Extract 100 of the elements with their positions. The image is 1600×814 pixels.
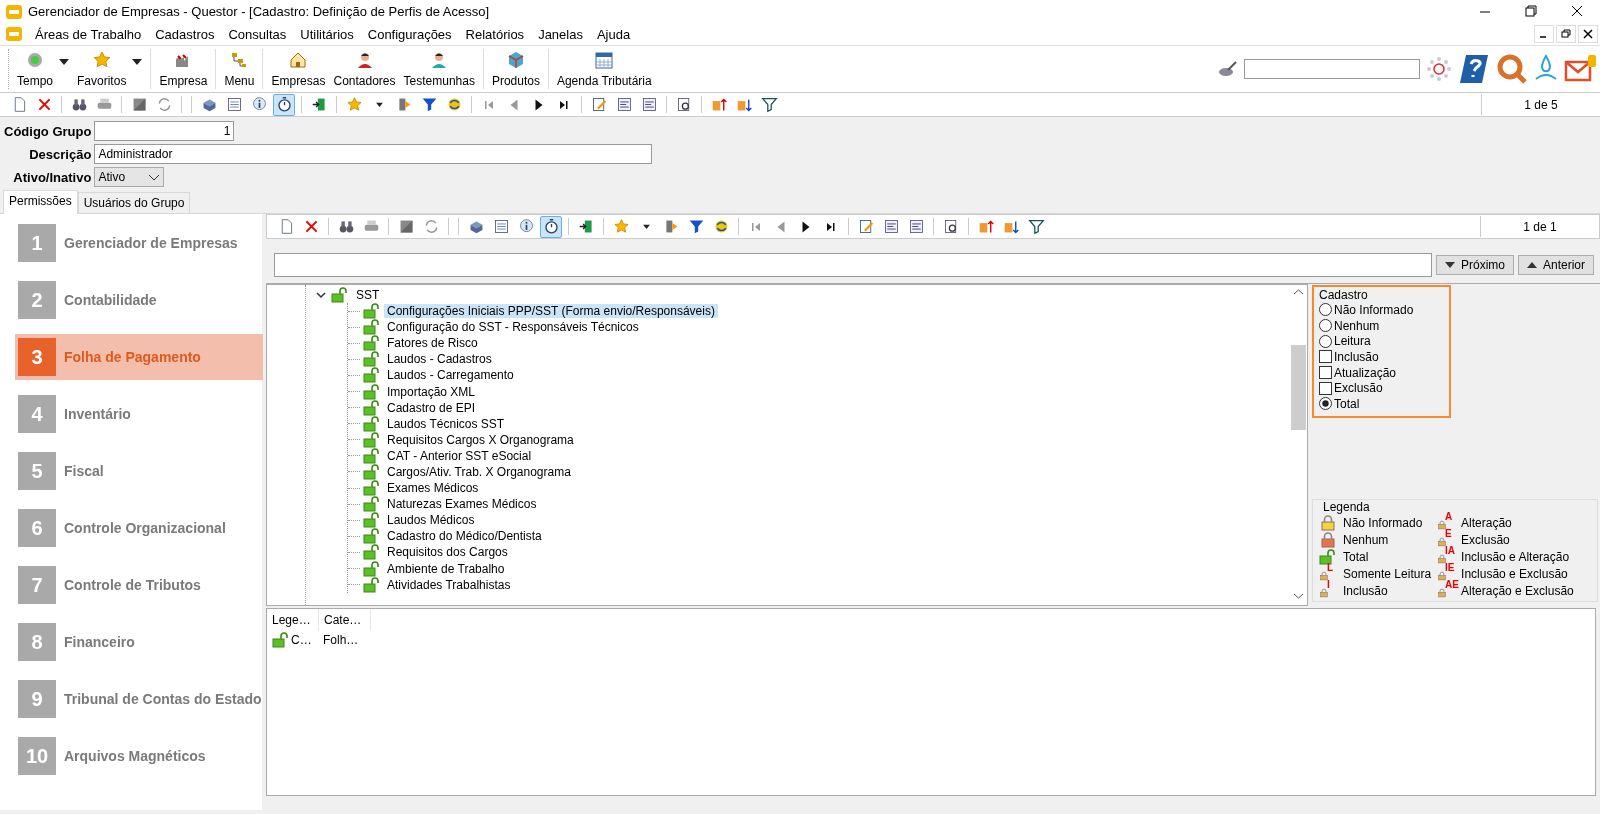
next-button[interactable]: Próximo [1435,255,1514,275]
open-padlock-icon [1319,548,1337,565]
close-button[interactable] [1578,25,1598,43]
module-item[interactable]: 2 Contabilidade [15,277,263,323]
open-padlock-icon [363,415,381,432]
toolbar-button[interactable]: Produtos [487,48,544,90]
open-padlock-icon [363,351,381,368]
menu-item[interactable]: Áreas de Trabalho [28,26,149,42]
column-header[interactable]: Lege… [267,609,319,631]
module-item[interactable]: 1 Gerenciador de Empresas [15,220,263,266]
option-label: Não Informado [1334,302,1414,317]
tree-node[interactable]: Laudos - Carregamento [384,368,517,383]
menu-item[interactable]: Consultas [221,26,294,42]
toolbar-button[interactable]: Contadores [329,48,400,90]
tree-node[interactable]: Configuração do SST - Responsáveis Técnicos [384,320,642,335]
exit-door-icon [577,218,595,235]
tab[interactable]: Usuários do Grupo [77,192,191,213]
module-item[interactable]: 9 Tribunal de Contas do Estado [15,676,263,722]
tree-node[interactable]: Atividades Trabalhistas [384,577,514,592]
tree-node[interactable]: Cadastro do Médico/Dentista [384,529,545,544]
tree-node[interactable]: Naturezas Exames Médicos [384,497,540,512]
toolbar-button[interactable]: Favoritos [73,48,147,90]
description-field[interactable]: Administrador [94,144,653,164]
tree-node[interactable]: CAT - Anterior SST eSocial [384,448,535,463]
search-field[interactable] [1244,59,1420,79]
module-label: Fiscal [64,463,104,479]
padlock-icon [1319,514,1337,531]
column-header[interactable]: Cate… [319,609,371,631]
tree-node[interactable]: Laudos Médicos [384,513,478,528]
menu-item[interactable]: Utilitários [293,26,361,42]
open-padlock-icon [363,335,381,352]
toolbar-button[interactable]: Empresa [155,48,212,90]
tree-node[interactable]: Ambiente de Trabalho [384,561,508,576]
sort-descending-icon [735,96,753,113]
help-icon[interactable] [1458,53,1490,85]
app-logo-icon [6,26,22,42]
legend-label: Não Informado [1343,515,1423,530]
checkbox[interactable] [1319,381,1332,395]
previous-button[interactable]: Anterior [1517,255,1594,275]
code-field[interactable]: 1 [94,121,235,141]
toolbar-button[interactable]: Tempo [13,48,74,90]
toolbar-button[interactable]: Agenda Tributária [552,48,656,90]
module-item[interactable]: 7 Controle de Tributos [15,562,263,608]
tree-node[interactable]: Configurações Iniciais PPP/SST (Forma envio/Responsáveis) [384,304,718,319]
module-item[interactable]: 4 Inventário [15,391,263,437]
radio-button[interactable] [1319,334,1332,348]
module-item[interactable]: 10 Arquivos Magnéticos [15,733,263,779]
module-item[interactable]: 8 Financeiro [15,619,263,665]
menu-item[interactable]: Ajuda [589,26,638,42]
filter-icon [760,96,778,113]
tree-node[interactable]: SST [353,288,383,302]
tree-node[interactable]: Laudos Técnicos SST [384,416,508,431]
module-item[interactable]: 5 Fiscal [15,448,263,494]
module-item[interactable]: 6 Controle Organizacional [15,505,263,551]
star-icon [345,96,363,113]
module-number: 6 [18,509,56,547]
tree-node[interactable]: Importação XML [384,384,479,399]
permission-letter: AE [1445,579,1459,590]
tree-node[interactable]: Exames Médicos [384,481,482,496]
legend-label: Alteração e Exclusão [1461,583,1574,598]
next-record-icon [801,219,811,234]
permission-letter: E [1445,528,1452,539]
stopwatch-button[interactable] [540,215,562,238]
field-label: Ativo/Inativo [12,169,92,185]
previous-record-icon [776,219,786,234]
star-icon [91,50,112,70]
tree-node[interactable]: Cadastro de EPI [384,400,479,415]
checkbox[interactable] [1319,366,1332,380]
tree-node[interactable]: Cargos/Ativ. Trab. X Organograma [384,465,574,479]
info-icon [250,96,268,113]
previous-record-icon [509,97,519,112]
report-icon [882,218,900,235]
restore-button[interactable] [1556,25,1576,43]
status-dropdown[interactable]: Ativo [94,167,165,187]
collapse-chevron-icon[interactable] [315,289,327,301]
tree-node[interactable]: Requisitos Cargos X Organograma [384,432,577,447]
find-field[interactable] [274,253,1432,277]
minimize-button[interactable] [1534,25,1554,43]
tree-node[interactable]: Laudos - Cadastros [384,352,495,367]
module-label: Gerenciador de Empresas [64,235,238,251]
checkbox[interactable] [1319,350,1332,364]
radio-button[interactable] [1319,319,1332,333]
magnifier-logo-icon[interactable] [1496,53,1528,85]
module-label: Tribunal de Contas do Estado [64,691,262,707]
radio-button[interactable] [1319,397,1332,411]
radio-button[interactable] [1319,303,1332,317]
tree-node[interactable]: Fatores de Risco [384,336,481,351]
open-padlock-icon [363,447,381,464]
toolbar-button[interactable]: Empresas [267,48,330,90]
menu-item[interactable]: Configurações [360,26,459,42]
menu-item[interactable]: Janelas [531,26,590,42]
menu-item[interactable]: Cadastros [148,26,222,42]
tree-node[interactable]: Requisitos dos Cargos [384,545,511,560]
toolbar-button[interactable]: Testemunhas [399,48,479,90]
stopwatch-button[interactable] [273,93,295,116]
toolbar-button[interactable]: Menu [220,48,259,90]
menu-item[interactable]: Relatórios [458,26,532,42]
module-label: Financeiro [64,634,135,650]
tab[interactable]: Permissões [3,190,78,214]
open-padlock-icon [363,480,381,497]
